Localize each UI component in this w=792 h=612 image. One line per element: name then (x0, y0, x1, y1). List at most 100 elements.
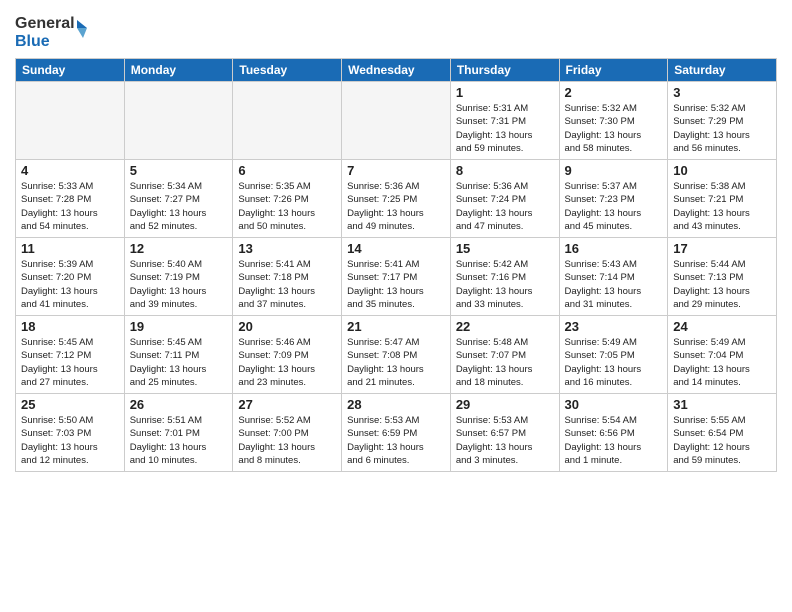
weekday-header-saturday: Saturday (668, 59, 777, 82)
day-number: 25 (21, 397, 119, 412)
weekday-header-monday: Monday (124, 59, 233, 82)
calendar-cell: 20 Sunrise: 5:46 AM Sunset: 7:09 PM Dayli… (233, 316, 342, 394)
day-info: Sunrise: 5:44 AM Sunset: 7:13 PM Dayligh… (673, 258, 771, 311)
logo: GeneralBlue (15, 10, 95, 50)
day-number: 1 (456, 85, 554, 100)
calendar-week-5: 25 Sunrise: 5:50 AM Sunset: 7:03 PM Dayli… (16, 394, 777, 472)
day-number: 8 (456, 163, 554, 178)
day-info: Sunrise: 5:39 AM Sunset: 7:20 PM Dayligh… (21, 258, 119, 311)
day-info: Sunrise: 5:47 AM Sunset: 7:08 PM Dayligh… (347, 336, 445, 389)
day-number: 31 (673, 397, 771, 412)
calendar-table: SundayMondayTuesdayWednesdayThursdayFrid… (15, 58, 777, 472)
day-number: 16 (565, 241, 663, 256)
calendar-cell: 26 Sunrise: 5:51 AM Sunset: 7:01 PM Dayli… (124, 394, 233, 472)
calendar-cell (124, 82, 233, 160)
calendar-cell: 29Sunrise: 5:53 AM Sunset: 6:57 PM Dayli… (450, 394, 559, 472)
logo-svg: GeneralBlue (15, 10, 95, 50)
calendar-cell: 7Sunrise: 5:36 AM Sunset: 7:25 PM Daylig… (342, 160, 451, 238)
weekday-header-thursday: Thursday (450, 59, 559, 82)
day-info: Sunrise: 5:36 AM Sunset: 7:24 PM Dayligh… (456, 180, 554, 233)
calendar-cell: 28 Sunrise: 5:53 AM Sunset: 6:59 PM Dayli… (342, 394, 451, 472)
day-number: 23 (565, 319, 663, 334)
day-info: Sunrise: 5:53 AM Sunset: 6:57 PM Dayligh… (456, 414, 554, 467)
calendar-cell: 21 Sunrise: 5:47 AM Sunset: 7:08 PM Dayli… (342, 316, 451, 394)
day-info: Sunrise: 5:45 AM Sunset: 7:12 PM Dayligh… (21, 336, 119, 389)
calendar-week-1: 1 Sunrise: 5:31 AM Sunset: 7:31 PM Daylig… (16, 82, 777, 160)
day-info: Sunrise: 5:40 AM Sunset: 7:19 PM Dayligh… (130, 258, 228, 311)
day-info: Sunrise: 5:41 AM Sunset: 7:17 PM Dayligh… (347, 258, 445, 311)
calendar-cell: 9Sunrise: 5:37 AM Sunset: 7:23 PM Daylig… (559, 160, 668, 238)
calendar-cell: 25 Sunrise: 5:50 AM Sunset: 7:03 PM Dayli… (16, 394, 125, 472)
day-number: 20 (238, 319, 336, 334)
day-info: Sunrise: 5:34 AM Sunset: 7:27 PM Dayligh… (130, 180, 228, 233)
day-number: 10 (673, 163, 771, 178)
calendar-cell: 22 Sunrise: 5:48 AM Sunset: 7:07 PM Dayli… (450, 316, 559, 394)
day-number: 15 (456, 241, 554, 256)
day-info: Sunrise: 5:31 AM Sunset: 7:31 PM Dayligh… (456, 102, 554, 155)
day-number: 17 (673, 241, 771, 256)
calendar-week-2: 4 Sunrise: 5:33 AM Sunset: 7:28 PM Daylig… (16, 160, 777, 238)
day-number: 2 (565, 85, 663, 100)
calendar-cell: 14 Sunrise: 5:41 AM Sunset: 7:17 PM Dayli… (342, 238, 451, 316)
calendar-cell (342, 82, 451, 160)
day-info: Sunrise: 5:32 AM Sunset: 7:29 PM Dayligh… (673, 102, 771, 155)
day-number: 11 (21, 241, 119, 256)
day-info: Sunrise: 5:33 AM Sunset: 7:28 PM Dayligh… (21, 180, 119, 233)
day-info: Sunrise: 5:49 AM Sunset: 7:04 PM Dayligh… (673, 336, 771, 389)
day-info: Sunrise: 5:51 AM Sunset: 7:01 PM Dayligh… (130, 414, 228, 467)
day-info: Sunrise: 5:45 AM Sunset: 7:11 PM Dayligh… (130, 336, 228, 389)
calendar-cell: 1 Sunrise: 5:31 AM Sunset: 7:31 PM Daylig… (450, 82, 559, 160)
day-info: Sunrise: 5:50 AM Sunset: 7:03 PM Dayligh… (21, 414, 119, 467)
day-number: 30 (565, 397, 663, 412)
calendar-cell: 3 Sunrise: 5:32 AM Sunset: 7:29 PM Daylig… (668, 82, 777, 160)
calendar-cell (16, 82, 125, 160)
day-info: Sunrise: 5:32 AM Sunset: 7:30 PM Dayligh… (565, 102, 663, 155)
day-info: Sunrise: 5:38 AM Sunset: 7:21 PM Dayligh… (673, 180, 771, 233)
weekday-header-friday: Friday (559, 59, 668, 82)
calendar-week-4: 18 Sunrise: 5:45 AM Sunset: 7:12 PM Dayli… (16, 316, 777, 394)
calendar-cell: 16 Sunrise: 5:43 AM Sunset: 7:14 PM Dayli… (559, 238, 668, 316)
day-number: 28 (347, 397, 445, 412)
day-number: 14 (347, 241, 445, 256)
day-info: Sunrise: 5:41 AM Sunset: 7:18 PM Dayligh… (238, 258, 336, 311)
calendar-cell: 24 Sunrise: 5:49 AM Sunset: 7:04 PM Dayli… (668, 316, 777, 394)
day-number: 19 (130, 319, 228, 334)
calendar-cell: 23 Sunrise: 5:49 AM Sunset: 7:05 PM Dayli… (559, 316, 668, 394)
day-info: Sunrise: 5:54 AM Sunset: 6:56 PM Dayligh… (565, 414, 663, 467)
page-header: GeneralBlue (15, 10, 777, 50)
day-number: 22 (456, 319, 554, 334)
day-number: 3 (673, 85, 771, 100)
day-number: 7 (347, 163, 445, 178)
calendar-cell: 17 Sunrise: 5:44 AM Sunset: 7:13 PM Dayli… (668, 238, 777, 316)
day-number: 12 (130, 241, 228, 256)
calendar-cell: 8 Sunrise: 5:36 AM Sunset: 7:24 PM Daylig… (450, 160, 559, 238)
day-info: Sunrise: 5:37 AM Sunset: 7:23 PM Dayligh… (565, 180, 663, 233)
day-number: 6 (238, 163, 336, 178)
calendar-cell: 30 Sunrise: 5:54 AM Sunset: 6:56 PM Dayli… (559, 394, 668, 472)
calendar-cell: 5 Sunrise: 5:34 AM Sunset: 7:27 PM Daylig… (124, 160, 233, 238)
calendar-week-3: 11 Sunrise: 5:39 AM Sunset: 7:20 PM Dayli… (16, 238, 777, 316)
day-info: Sunrise: 5:43 AM Sunset: 7:14 PM Dayligh… (565, 258, 663, 311)
day-number: 26 (130, 397, 228, 412)
calendar-cell: 6 Sunrise: 5:35 AM Sunset: 7:26 PM Daylig… (233, 160, 342, 238)
day-number: 5 (130, 163, 228, 178)
day-number: 13 (238, 241, 336, 256)
calendar-cell: 15 Sunrise: 5:42 AM Sunset: 7:16 PM Dayli… (450, 238, 559, 316)
calendar-cell: 31Sunrise: 5:55 AM Sunset: 6:54 PM Dayli… (668, 394, 777, 472)
day-info: Sunrise: 5:42 AM Sunset: 7:16 PM Dayligh… (456, 258, 554, 311)
calendar-cell: 19 Sunrise: 5:45 AM Sunset: 7:11 PM Dayli… (124, 316, 233, 394)
calendar-cell: 2 Sunrise: 5:32 AM Sunset: 7:30 PM Daylig… (559, 82, 668, 160)
day-info: Sunrise: 5:46 AM Sunset: 7:09 PM Dayligh… (238, 336, 336, 389)
day-info: Sunrise: 5:49 AM Sunset: 7:05 PM Dayligh… (565, 336, 663, 389)
day-number: 24 (673, 319, 771, 334)
weekday-header-sunday: Sunday (16, 59, 125, 82)
day-number: 4 (21, 163, 119, 178)
day-info: Sunrise: 5:48 AM Sunset: 7:07 PM Dayligh… (456, 336, 554, 389)
calendar-cell (233, 82, 342, 160)
day-number: 21 (347, 319, 445, 334)
day-info: Sunrise: 5:53 AM Sunset: 6:59 PM Dayligh… (347, 414, 445, 467)
day-number: 18 (21, 319, 119, 334)
weekday-header-row: SundayMondayTuesdayWednesdayThursdayFrid… (16, 59, 777, 82)
day-info: Sunrise: 5:35 AM Sunset: 7:26 PM Dayligh… (238, 180, 336, 233)
weekday-header-wednesday: Wednesday (342, 59, 451, 82)
